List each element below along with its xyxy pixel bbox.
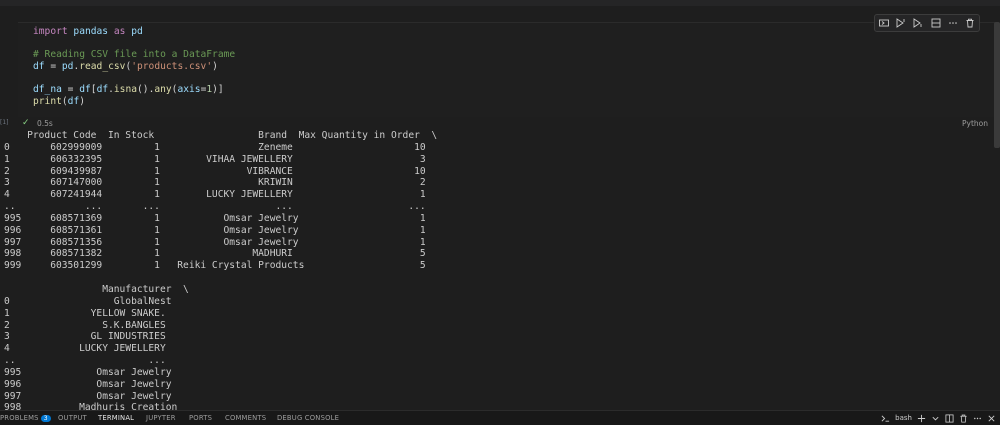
code-token: = — [61, 83, 80, 95]
run-by-line-button[interactable] — [878, 17, 890, 29]
code-token: df_na — [33, 83, 62, 95]
more-actions-icon[interactable] — [973, 414, 982, 423]
execute-below-button[interactable] — [912, 17, 924, 29]
code-token: ) — [212, 60, 218, 72]
code-token: import — [33, 26, 68, 37]
terminal-icon — [881, 414, 890, 422]
split-cell-icon — [931, 18, 941, 28]
terminal-name[interactable]: bash — [895, 414, 912, 422]
code-line[interactable] — [33, 38, 235, 50]
tab-debug-console[interactable]: DEBUG CONSOLE — [277, 414, 339, 422]
tab-problems-label: PROBLEMS — [0, 414, 39, 422]
tab-output[interactable]: OUTPUT — [58, 414, 87, 422]
tab-ports[interactable]: PORTS — [189, 414, 212, 422]
panel-actions: bash — [881, 412, 996, 424]
new-terminal-icon[interactable] — [917, 414, 926, 423]
tab-jupyter[interactable]: JUPYTER — [146, 414, 176, 422]
cell-language-label[interactable]: Python — [962, 119, 988, 128]
split-terminal-icon[interactable] — [945, 413, 954, 423]
code-token: print — [33, 95, 62, 107]
execution-duration: 0.5s — [37, 119, 53, 128]
code-token: (). — [137, 83, 155, 95]
trash-icon[interactable] — [959, 414, 968, 423]
code-token: df — [33, 60, 45, 72]
close-icon[interactable] — [987, 414, 996, 423]
code-token: as — [113, 26, 126, 37]
code-line[interactable] — [33, 72, 235, 84]
code-editor-content[interactable]: import pandas as pd # Reading CSV file i… — [33, 26, 235, 107]
code-line[interactable]: print(df) — [33, 96, 235, 108]
more-actions-button[interactable] — [947, 17, 959, 29]
code-token: pd — [125, 26, 143, 37]
vertical-scrollbar[interactable] — [994, 22, 1000, 148]
cell-output[interactable]: Product Code In Stock Brand Max Quantity… — [0, 128, 996, 410]
split-cell-button[interactable] — [930, 17, 942, 29]
code-token: )] — [212, 83, 224, 95]
code-token: axis — [177, 83, 201, 95]
code-token: # Reading CSV file into a DataFrame — [33, 49, 236, 61]
notebook-code-cell[interactable]: import pandas as pd # Reading CSV file i… — [0, 6, 1000, 128]
code-token: df — [96, 83, 109, 95]
cell-line-marker: [1] — [0, 119, 9, 126]
code-line[interactable]: # Reading CSV file into a DataFrame — [33, 49, 235, 61]
code-token: read_csv — [79, 60, 126, 72]
delete-cell-button[interactable] — [964, 17, 976, 29]
execute-above-button[interactable] — [895, 17, 907, 29]
run-by-line-icon — [878, 19, 889, 27]
code-line[interactable]: import pandas as pd — [33, 26, 235, 38]
code-line[interactable]: df = pd.read_csv('products.csv') — [33, 61, 235, 73]
cell-toolbar — [874, 14, 980, 32]
delete-cell-icon — [966, 18, 974, 28]
execute-below-icon — [913, 18, 922, 28]
code-token: = — [44, 60, 62, 72]
code-token: ) — [79, 95, 86, 107]
chevron-down-icon[interactable] — [931, 414, 940, 423]
code-line[interactable]: df_na = df[df.isna().any(axis=1)] — [33, 84, 235, 96]
cell-gutter[interactable] — [0, 6, 12, 124]
problems-count-badge: 3 — [40, 415, 51, 422]
code-token: pd — [61, 60, 74, 72]
code-token: df — [67, 95, 80, 107]
code-token: any — [154, 83, 172, 95]
code-token: isna — [113, 83, 138, 95]
code-token: df — [79, 83, 91, 95]
tab-comments[interactable]: COMMENTS — [225, 414, 266, 422]
tab-problems[interactable]: PROBLEMS 3 — [0, 414, 51, 422]
tab-terminal[interactable]: TERMINAL — [98, 414, 134, 422]
dataframe-output-text: Product Code In Stock Brand Max Quantity… — [4, 130, 438, 410]
code-token: 'products.csv' — [131, 60, 213, 72]
success-check-icon: ✓ — [22, 118, 30, 128]
execute-above-icon — [896, 18, 905, 28]
bottom-panel-tabs: PROBLEMS 3 OUTPUT TERMINAL JUPYTER PORTS … — [0, 410, 1000, 425]
code-token: pandas — [67, 26, 114, 37]
more-actions-icon — [949, 22, 957, 24]
